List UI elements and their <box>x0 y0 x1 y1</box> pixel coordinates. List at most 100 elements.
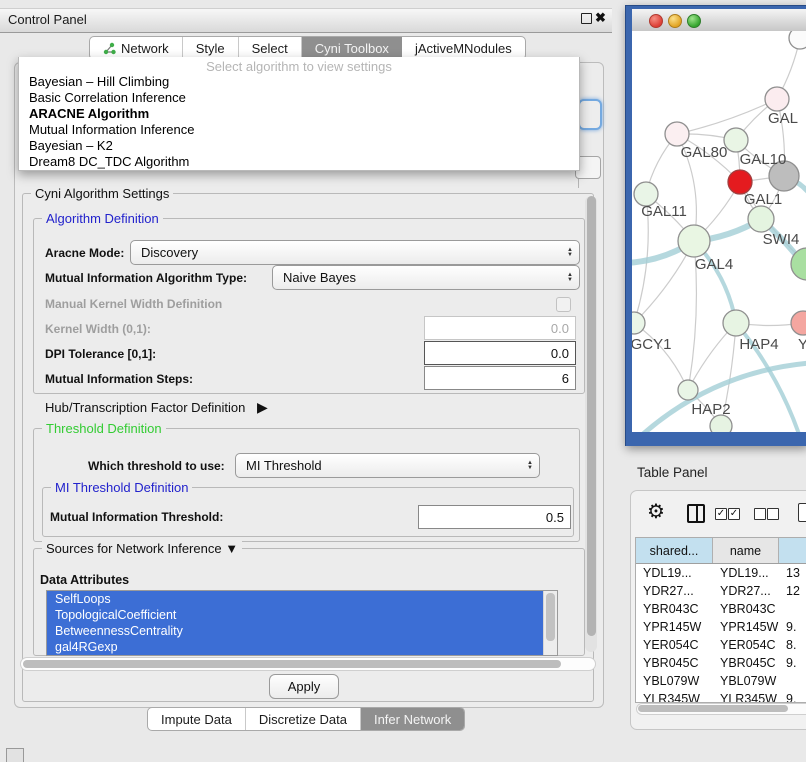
zoom-traffic-light[interactable] <box>687 14 701 28</box>
table-row[interactable]: YPR145WYPR145W9. <box>636 618 806 636</box>
minimize-traffic-light[interactable] <box>668 14 682 28</box>
column-header[interactable]: shared... <box>636 538 713 563</box>
apply-button[interactable]: Apply <box>269 674 339 699</box>
aracne-mode-select[interactable]: Discovery ▲▼ <box>130 240 580 265</box>
corner-grid-icon[interactable] <box>6 748 24 762</box>
node-label: HAP2 <box>691 401 730 418</box>
mi-threshold-input[interactable]: 0.5 <box>418 505 571 529</box>
column-header[interactable] <box>779 538 806 563</box>
checkbox-checked-icon[interactable]: ✓ <box>715 508 727 520</box>
table-row[interactable]: YBR043CYBR043C <box>636 600 806 618</box>
table-horizontal-scrollbar[interactable] <box>636 703 806 715</box>
network-node-gal80[interactable] <box>665 122 689 146</box>
table-cell[interactable]: YDR27... <box>636 582 713 600</box>
table-cell[interactable]: YLR345W <box>713 690 779 703</box>
data-attribute-item[interactable]: BetweennessCentrality <box>47 623 544 639</box>
table-row[interactable]: YDL19...YDL19...13 <box>636 564 806 582</box>
data-attributes-list[interactable]: SelfLoopsTopologicalCoefficientBetweenne… <box>46 590 558 656</box>
network-node-gal4[interactable] <box>678 225 710 257</box>
which-threshold-select[interactable]: MI Threshold ▲▼ <box>235 453 540 478</box>
table-row[interactable]: YBR045CYBR045C9. <box>636 654 806 672</box>
table-row[interactable]: YER054CYER054C8. <box>636 636 806 654</box>
table-cell[interactable]: YBR043C <box>713 600 779 618</box>
network-node[interactable] <box>789 31 806 49</box>
tab-select[interactable]: Select <box>239 37 302 59</box>
table-cell[interactable]: YDR27... <box>713 582 779 600</box>
table-cell[interactable] <box>779 672 806 690</box>
tab-impute-data[interactable]: Impute Data <box>148 708 246 730</box>
table-row[interactable]: YBL079WYBL079W <box>636 672 806 690</box>
close-traffic-light[interactable] <box>649 14 663 28</box>
table-cell[interactable]: YDL19... <box>636 564 713 582</box>
column-header[interactable]: name <box>713 538 779 563</box>
network-node-gal10[interactable] <box>724 128 748 152</box>
data-attribute-item[interactable]: gal4RGexp <box>47 639 544 655</box>
algorithm-option[interactable]: Mutual Information Inference <box>19 122 579 138</box>
hub-definition-toggle[interactable]: Hub/Transcription Factor Definition ▶ <box>45 399 268 416</box>
network-canvas[interactable]: GALGAL80GAL10GAL1GAL11SWI4GAL4GCY1HAP4YH… <box>632 31 806 432</box>
network-node-hap2[interactable] <box>678 380 698 400</box>
table-cell[interactable]: YPR145W <box>636 618 713 636</box>
dpi-tolerance-input[interactable]: 0.0 <box>424 341 576 365</box>
tab-jactivemnodules[interactable]: jActiveMNodules <box>402 37 525 59</box>
algorithm-option[interactable]: Bayesian – Hill Climbing <box>19 74 579 90</box>
horizontal-scrollbar[interactable] <box>20 657 596 671</box>
sources-title[interactable]: Sources for Network Inference ▼ <box>42 541 242 556</box>
data-attribute-item[interactable]: TopologicalCoefficient <box>47 607 544 623</box>
table-cell[interactable]: YBL079W <box>636 672 713 690</box>
network-node-hap4[interactable] <box>723 310 749 336</box>
table-cell[interactable]: 12 <box>779 582 806 600</box>
tab-network[interactable]: Network <box>90 37 183 59</box>
network-node-swi4[interactable] <box>748 206 774 232</box>
algorithm-option[interactable]: ARACNE Algorithm <box>19 106 579 122</box>
table-cell[interactable]: 13 <box>779 564 806 582</box>
document-icon[interactable] <box>798 503 806 522</box>
float-window-icon[interactable] <box>581 13 592 24</box>
table-row[interactable]: YDR27...YDR27...12 <box>636 582 806 600</box>
network-node-y[interactable] <box>791 311 806 335</box>
table-cell[interactable]: YDL19... <box>713 564 779 582</box>
table-cell[interactable]: YER054C <box>713 636 779 654</box>
table-cell[interactable] <box>779 600 806 618</box>
checkbox-unchecked-icon[interactable] <box>767 508 779 520</box>
data-attribute-item[interactable]: SelfLoops <box>47 591 544 607</box>
gear-icon[interactable]: ⚙ <box>647 499 665 524</box>
mi-steps-input[interactable]: 6 <box>424 366 576 390</box>
network-node-gal[interactable] <box>765 87 789 111</box>
table-cell[interactable]: YBL079W <box>713 672 779 690</box>
vertical-scrollbar[interactable] <box>585 196 597 652</box>
table-cell[interactable]: YBR043C <box>636 600 713 618</box>
tab-style[interactable]: Style <box>183 37 239 59</box>
checkbox-unchecked-icon[interactable] <box>754 508 766 520</box>
stepper-arrows-icon: ▲▼ <box>567 248 573 258</box>
split-columns-icon[interactable] <box>687 504 705 523</box>
close-icon[interactable]: ✖ <box>595 10 606 26</box>
table-cell[interactable]: YLR345W <box>636 690 713 703</box>
network-edge[interactable] <box>677 99 777 134</box>
network-window-titlebar[interactable] <box>632 9 806 32</box>
table-cell[interactable]: YER054C <box>636 636 713 654</box>
table-row[interactable]: YLR345WYLR345W9. <box>636 690 806 703</box>
list-scrollbar[interactable] <box>543 591 557 655</box>
stepper-arrows-icon: ▲▼ <box>567 273 573 283</box>
tab-discretize-data[interactable]: Discretize Data <box>246 708 361 730</box>
table-panel: ⚙✓✓ shared...name YDL19...YDL19...13YDR2… <box>630 490 806 730</box>
table-cell[interactable]: 9. <box>779 654 806 672</box>
table-cell[interactable]: 9. <box>779 618 806 636</box>
algorithm-option[interactable]: Bayesian – K2 <box>19 138 579 154</box>
table-cell[interactable]: YBR045C <box>713 654 779 672</box>
algorithm-dropdown[interactable]: Select algorithm to view settings Bayesi… <box>18 57 580 171</box>
node-table[interactable]: shared...name YDL19...YDL19...13YDR27...… <box>635 537 806 703</box>
table-cell[interactable]: YPR145W <box>713 618 779 636</box>
table-cell[interactable]: 9. <box>779 690 806 703</box>
table-cell[interactable]: 8. <box>779 636 806 654</box>
table-cell[interactable]: YBR045C <box>636 654 713 672</box>
mi-algorithm-type-select[interactable]: Naive Bayes ▲▼ <box>272 265 580 290</box>
network-edge[interactable] <box>634 323 688 390</box>
algorithm-option[interactable]: Dream8 DC_TDC Algorithm <box>19 154 579 170</box>
checkbox-checked-icon[interactable]: ✓ <box>728 508 740 520</box>
tab-infer-network[interactable]: Infer Network <box>361 708 464 730</box>
tab-cyni-toolbox[interactable]: Cyni Toolbox <box>302 37 402 59</box>
algorithm-option[interactable]: Basic Correlation Inference <box>19 90 579 106</box>
tab-label: Cyni Toolbox <box>315 41 389 56</box>
